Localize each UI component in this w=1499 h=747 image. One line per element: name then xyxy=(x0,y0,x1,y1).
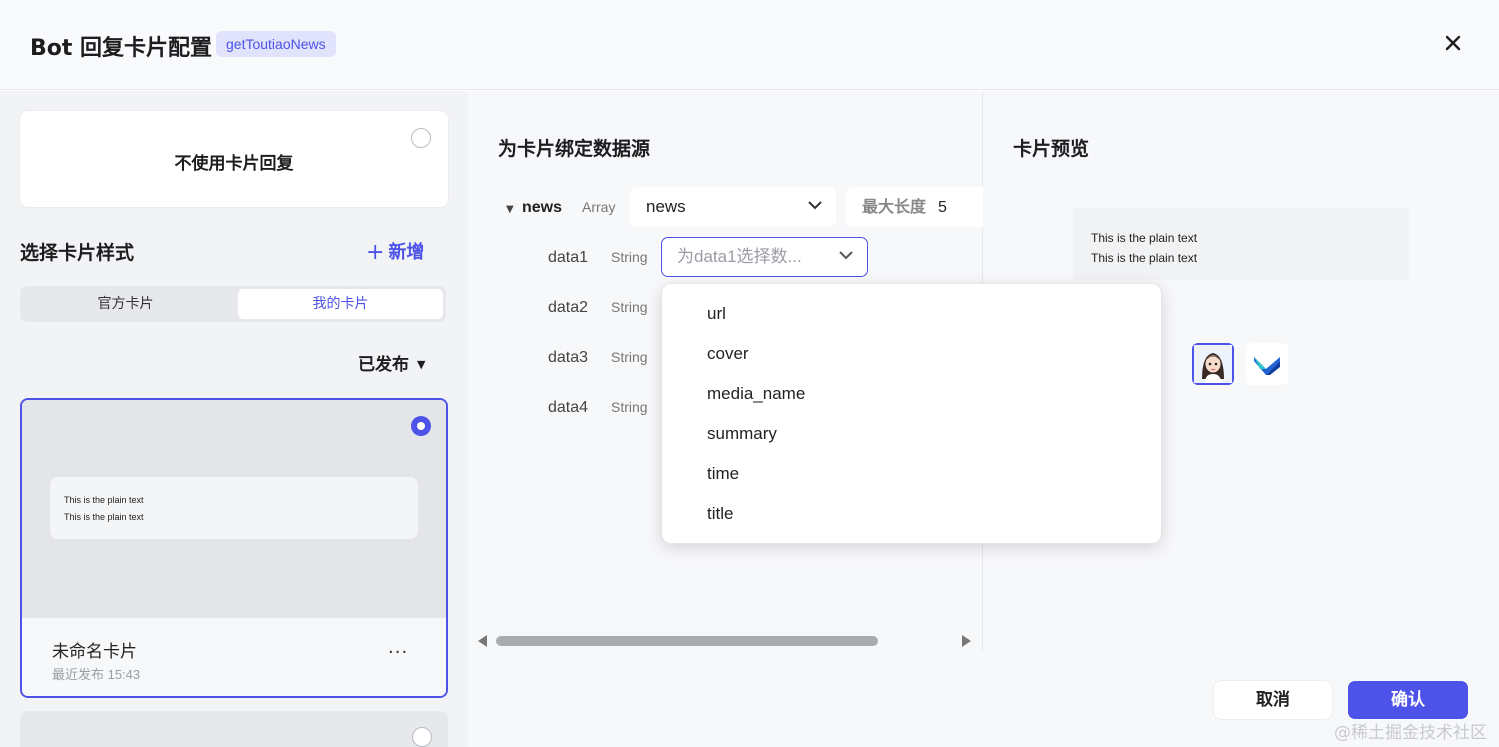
app-logo-icon xyxy=(1254,357,1280,375)
watermark: @稀土掘金技术社区 xyxy=(1334,723,1487,743)
no-card-radio[interactable] xyxy=(411,128,431,148)
max-length-value: 5 xyxy=(938,199,947,216)
data1-source-select[interactable]: 为data1选择数... xyxy=(661,237,868,277)
binding-title: 为卡片绑定数据源 xyxy=(498,138,651,160)
avatar-option[interactable] xyxy=(1246,343,1288,385)
dropdown-option-url[interactable]: url xyxy=(662,298,1161,338)
max-length-label: 最大长度 xyxy=(862,197,927,216)
add-card-button[interactable]: + 新增 xyxy=(366,238,424,265)
field-name-data1: data1 xyxy=(548,249,589,266)
card-radio-selected[interactable] xyxy=(411,416,431,436)
plus-icon: + xyxy=(366,240,385,265)
no-card-label: 不使用卡片回复 xyxy=(174,154,294,174)
field-type: String xyxy=(611,349,648,365)
field-type: String xyxy=(611,249,648,265)
scroll-right-icon[interactable] xyxy=(962,635,971,647)
thumbnail-line: This is the plain text xyxy=(64,512,144,522)
dropdown-option-summary[interactable]: summary xyxy=(662,418,1161,458)
field-type: String xyxy=(611,399,648,415)
field-name-news: news xyxy=(522,199,563,216)
thumbnail-line: This is the plain text xyxy=(64,495,144,505)
dropdown-option-title[interactable]: title xyxy=(662,498,1161,538)
dropdown-option-cover[interactable]: cover xyxy=(662,338,1161,378)
card-radio[interactable] xyxy=(412,727,432,747)
close-button[interactable] xyxy=(1440,30,1466,56)
function-badge: getToutiaoNews xyxy=(216,31,336,57)
status-filter-label: 已发布 xyxy=(358,355,409,375)
horizontal-scrollbar[interactable] xyxy=(468,631,983,651)
close-icon[interactable] xyxy=(1440,30,1466,56)
card-thumbnail: This is the plain text This is the plain… xyxy=(22,400,446,618)
data-source-dropdown: url cover media_name summary time title xyxy=(661,283,1162,544)
no-card-option[interactable]: 不使用卡片回复 xyxy=(20,111,448,207)
add-card-label: 新增 xyxy=(388,242,425,263)
dialog-title: Bot 回复卡片配置 xyxy=(30,36,213,61)
tab-official-cards[interactable]: 官方卡片 xyxy=(23,289,228,319)
card-thumbnail-text: This is the plain text This is the plain… xyxy=(50,477,418,539)
scroll-left-icon[interactable] xyxy=(478,635,487,647)
card-name: 未命名卡片 xyxy=(52,642,137,662)
more-options-icon[interactable]: ··· xyxy=(388,642,408,663)
section-title: 选择卡片样式 xyxy=(20,242,135,264)
caret-down-icon[interactable]: ▼ xyxy=(506,204,514,215)
card-item[interactable] xyxy=(20,711,448,747)
max-length-input[interactable]: 最大长度 5 xyxy=(846,187,983,227)
tab-my-cards[interactable]: 我的卡片 xyxy=(238,289,443,319)
card-item[interactable]: This is the plain text This is the plain… xyxy=(20,398,448,698)
preview-line: This is the plain text xyxy=(1091,231,1198,245)
dropdown-option-time[interactable]: time xyxy=(662,458,1161,498)
girl-avatar-icon xyxy=(1194,345,1232,383)
chevron-down-icon xyxy=(839,251,853,260)
preview-title: 卡片预览 xyxy=(1013,138,1090,160)
card-footer: 未命名卡片 最近发布 15:43 ··· xyxy=(22,618,446,696)
field-name-data2: data2 xyxy=(548,299,589,316)
card-source-tabs: 官方卡片 我的卡片 xyxy=(20,286,446,322)
news-source-select[interactable]: news xyxy=(630,187,836,227)
avatar-option-selected[interactable] xyxy=(1192,343,1234,385)
caret-down-icon: ▼ xyxy=(417,358,426,371)
data1-placeholder: 为data1选择数... xyxy=(677,247,802,266)
scrollbar-thumb[interactable] xyxy=(496,636,878,646)
field-type: Array xyxy=(582,199,616,215)
chevron-down-icon xyxy=(808,201,822,210)
cancel-button[interactable]: 取消 xyxy=(1214,681,1332,719)
field-name-data4: data4 xyxy=(548,399,589,416)
dialog-header: Bot 回复卡片配置 getToutiaoNews xyxy=(0,0,1499,90)
news-source-value: news xyxy=(646,197,686,216)
preview-text-block: This is the plain text This is the plain… xyxy=(1073,208,1409,280)
confirm-button[interactable]: 确认 xyxy=(1348,681,1468,719)
status-filter[interactable]: 已发布 ▼ xyxy=(358,350,425,375)
card-style-panel: 不使用卡片回复 选择卡片样式 + 新增 官方卡片 我的卡片 已发布 ▼ This i… xyxy=(0,91,468,747)
card-publish-time: 最近发布 15:43 xyxy=(52,667,141,682)
field-name-data3: data3 xyxy=(548,349,589,366)
dropdown-option-media-name[interactable]: media_name xyxy=(662,378,1161,418)
preview-line: This is the plain text xyxy=(1091,251,1198,265)
field-type: String xyxy=(611,299,648,315)
